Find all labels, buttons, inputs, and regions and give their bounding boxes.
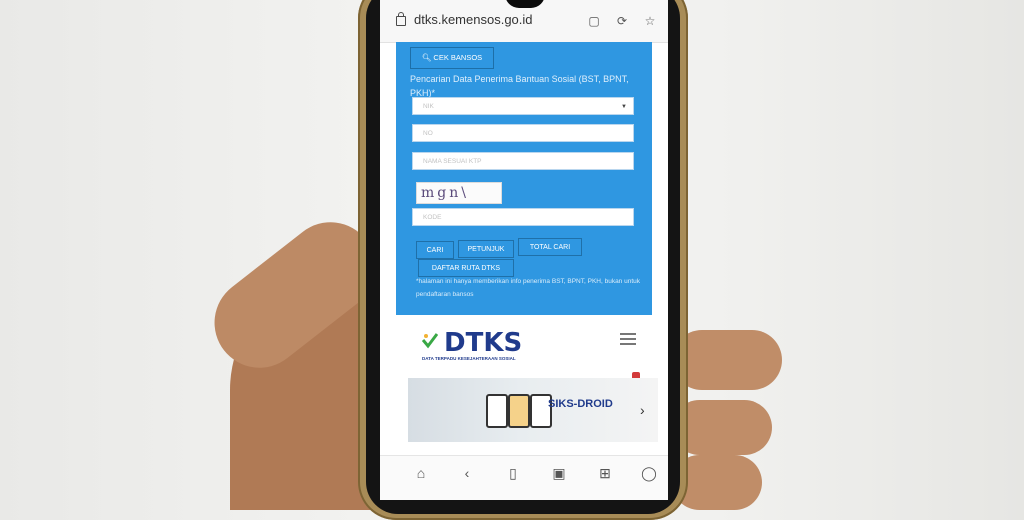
- phone-illustration: [508, 394, 530, 428]
- url-text[interactable]: dtks.kemensos.go.id: [414, 12, 533, 27]
- phone-illustration: [486, 394, 508, 428]
- logo-subtitle: DATA TERPADU KESEJAHTERAAN SOSIAL: [422, 356, 516, 361]
- profile-icon[interactable]: ◯: [638, 462, 660, 484]
- chevron-right-icon[interactable]: ›: [640, 402, 645, 418]
- reader-icon[interactable]: ▯: [502, 462, 524, 484]
- cek-bansos-button[interactable]: 🔍︎ CEK BANSOS: [410, 47, 494, 69]
- cek-bansos-label: CEK BANSOS: [433, 53, 483, 62]
- tabs-icon[interactable]: ▢: [584, 11, 604, 31]
- banner-brand: SIKS-DROID: [548, 398, 613, 410]
- number-input[interactable]: NO: [412, 124, 634, 142]
- captcha-image: mgn\: [416, 182, 502, 204]
- search-form: 🔍︎ CEK BANSOS Pencarian Data Penerima Ba…: [396, 42, 652, 315]
- cari-button[interactable]: CARI: [416, 241, 454, 259]
- nik-select-value: NIK: [423, 103, 434, 110]
- search-icon: 🔍︎: [421, 53, 432, 62]
- disclaimer-note: *halaman ini hanya memberikan info pener…: [416, 278, 641, 298]
- chevron-down-icon: ▼: [621, 104, 627, 110]
- siks-droid-banner[interactable]: SIKS-DROID ›: [408, 378, 658, 442]
- star-icon[interactable]: ☆: [640, 11, 660, 31]
- hand-finger: [672, 330, 782, 390]
- captcha-input[interactable]: KODE: [412, 208, 634, 226]
- bookmark-icon[interactable]: ⊞: [594, 462, 616, 484]
- browser-bottom-bar: ⌂ ‹ ▯ ▣ ⊞ ◯: [380, 455, 668, 500]
- back-icon[interactable]: ‹: [456, 462, 478, 484]
- name-input[interactable]: NAMA SESUAI KTP: [412, 152, 634, 170]
- tab-count-icon[interactable]: ▣: [548, 462, 570, 484]
- home-icon[interactable]: ⌂: [410, 462, 432, 484]
- total-cari-button[interactable]: TOTAL CARI: [518, 238, 582, 256]
- phone-screen: dtks.kemensos.go.id ▢ ⟳ ☆ 🔍︎ CEK BANSOS …: [380, 0, 668, 500]
- lock-icon: [396, 12, 406, 26]
- logo-mark-icon: [422, 333, 438, 349]
- hamburger-menu-icon[interactable]: [620, 333, 636, 345]
- form-title: Pencarian Data Penerima Bantuan Sosial (…: [410, 74, 629, 98]
- nik-select[interactable]: NIK ▼: [412, 97, 634, 115]
- petunjuk-button[interactable]: PETUNJUK: [458, 240, 514, 258]
- logo-text: DTKS: [444, 328, 523, 358]
- refresh-icon[interactable]: ⟳: [612, 11, 632, 31]
- dtks-logo[interactable]: DTKS DATA TERPADU KESEJAHTERAAN SOSIAL: [422, 328, 562, 368]
